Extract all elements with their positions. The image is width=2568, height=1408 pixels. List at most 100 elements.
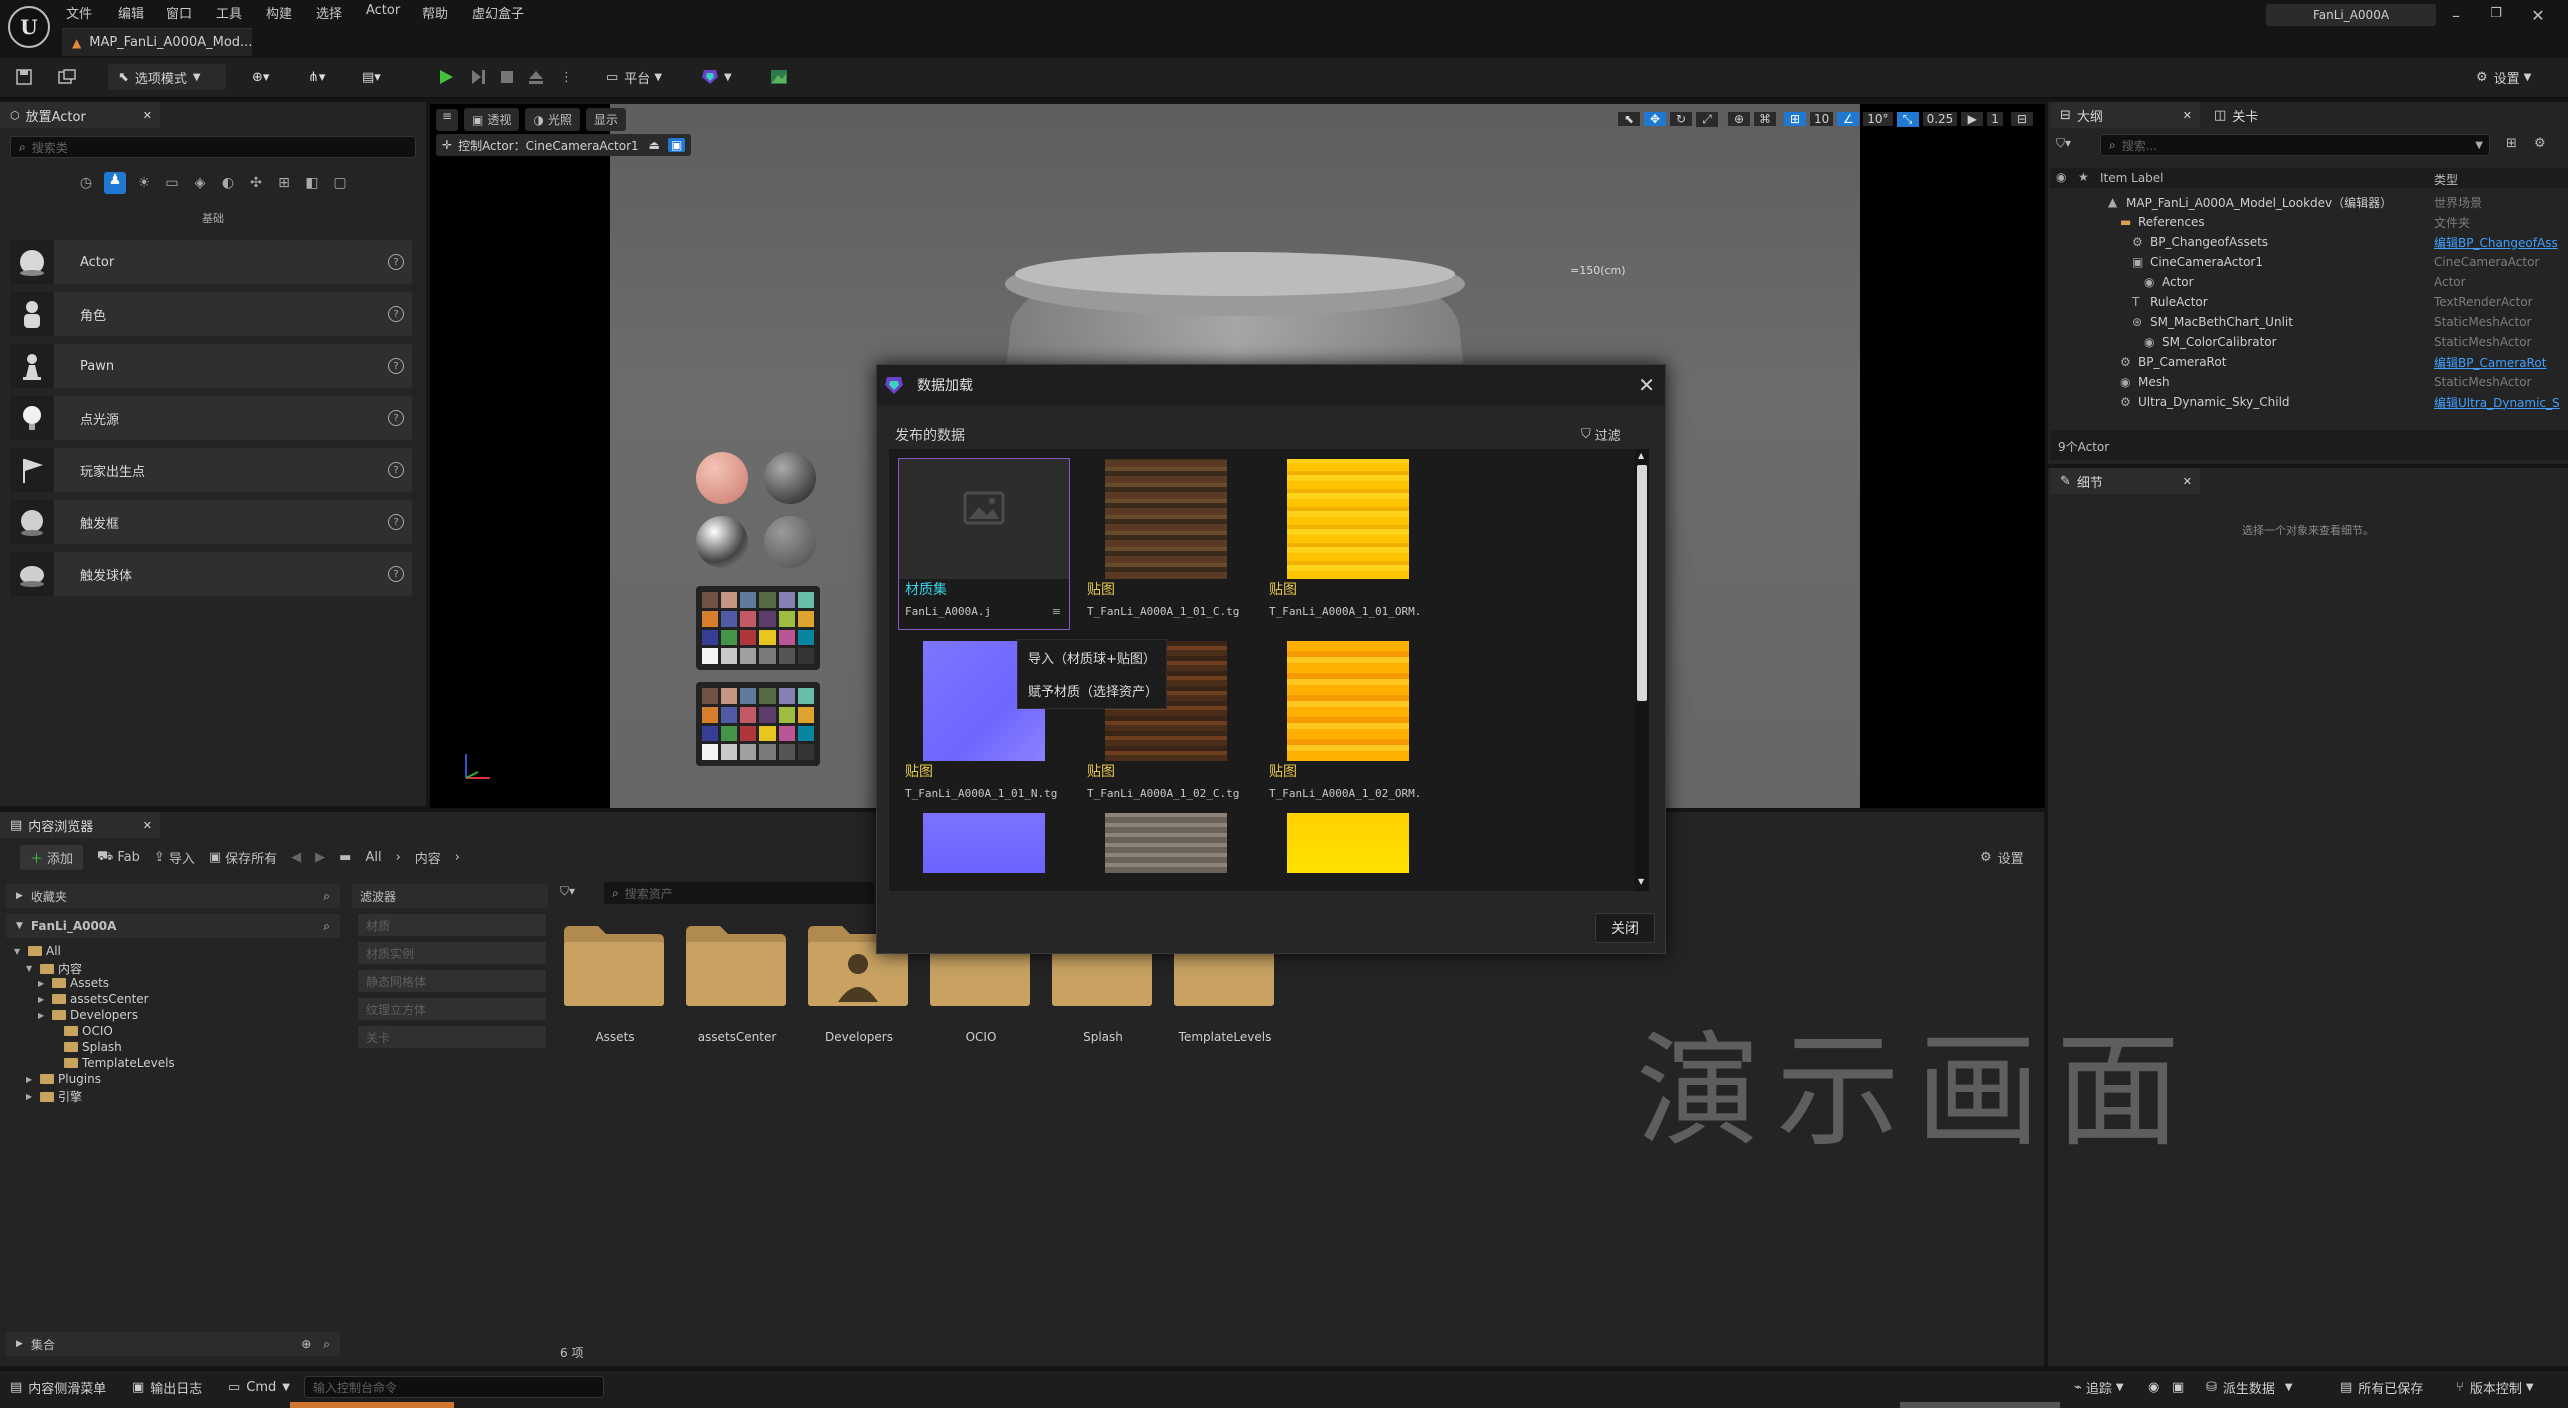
card-partial[interactable] [899, 813, 1069, 891]
chevron-right-icon[interactable]: ▶ [26, 1092, 36, 1101]
help-icon[interactable]: ? [388, 462, 404, 478]
stop-icon[interactable] [500, 64, 514, 90]
actor-item-character[interactable]: 角色 ? [10, 292, 412, 336]
select-tool-icon[interactable]: ⬉ [1618, 112, 1640, 126]
outliner-row[interactable]: ◉ SM_ColorCalibrator StaticMeshActor [2050, 332, 2568, 352]
outliner-row[interactable]: ▬ References 文件夹 [2050, 212, 2568, 232]
edit-blueprint-link[interactable]: 编辑Ultra_Dynamic_S [2434, 394, 2560, 411]
menu-edit[interactable]: 编辑 [118, 3, 144, 22]
layout-icon[interactable]: ⊟ [2010, 112, 2033, 126]
help-icon[interactable]: ? [388, 410, 404, 426]
actor-item-point-light[interactable]: 点光源 ? [10, 396, 412, 440]
rotation-snap-value[interactable]: 10° [1863, 112, 1893, 126]
grid-snap-icon[interactable]: ⊞ [1784, 112, 1806, 126]
cinematic-category-icon[interactable]: ✣ [246, 175, 266, 191]
add-actor-icon[interactable]: ⊕▾ [252, 64, 269, 90]
chevron-down-icon[interactable]: ▼ [14, 947, 24, 956]
chevron-right-icon[interactable]: ▶ [38, 979, 48, 988]
edit-blueprint-link[interactable]: 编辑BP_CameraRot [2434, 354, 2546, 371]
favorite-star-icon[interactable]: ★ [2078, 170, 2089, 184]
card-menu-icon[interactable]: ≡ [1052, 605, 1061, 618]
place-actors-tab[interactable]: ⬡ 放置Actor ✕ [0, 102, 160, 128]
outliner-row[interactable]: ▣ CineCameraActor1 CineCameraActor [2050, 252, 2568, 272]
gear-icon[interactable]: ⚙ [2534, 136, 2546, 151]
import-button[interactable]: ⇪ 导入 [154, 848, 195, 867]
lit-button[interactable]: ◑ 光照 [525, 108, 580, 131]
actor-item-actor[interactable]: Actor ? [10, 240, 412, 284]
blueprint-icon[interactable]: ⋔▾ [308, 64, 325, 90]
outliner-row[interactable]: ◉ Actor Actor [2050, 272, 2568, 292]
filter-material[interactable]: 材质 [358, 914, 546, 936]
add-collection-icon[interactable]: ⊕ [301, 1337, 311, 1351]
filter-material-instance[interactable]: 材质实例 [358, 942, 546, 964]
outliner-row[interactable]: ▲ MAP_FanLi_A000A_Model_Lookdev（编辑器） 世界场景 [2050, 192, 2568, 212]
menu-build[interactable]: 构建 [266, 3, 292, 22]
play-options-icon[interactable]: ⋮ [560, 64, 573, 90]
outliner-row[interactable]: ◉ Mesh StaticMeshActor [2050, 372, 2568, 392]
material-set-card[interactable]: 材质集 FanLi_A000A.j ≡ [898, 458, 1070, 630]
tree-item[interactable]: ▶ 引擎 [26, 1088, 82, 1105]
search-icon[interactable]: ⌕ [323, 919, 330, 934]
surface-snap-icon[interactable]: ⌘ [1754, 112, 1776, 126]
visual-effects-icon[interactable]: ◈ [190, 175, 210, 191]
shapes-category-icon[interactable]: ▭ [162, 175, 182, 191]
outliner-filter-icon[interactable]: ⛉▾ [2056, 136, 2071, 151]
help-icon[interactable]: ? [388, 514, 404, 530]
tree-item[interactable]: ▼ All [14, 944, 61, 958]
path-content[interactable]: 内容 [415, 848, 441, 867]
derived-data-button[interactable]: ⛁ 派生数据 ▼ [2206, 1376, 2293, 1398]
asset-filter-icon[interactable]: ⛉▾ [560, 884, 575, 899]
chevron-right-icon[interactable]: ▶ [38, 1011, 48, 1020]
content-icon[interactable] [58, 64, 76, 90]
play-icon[interactable] [438, 64, 454, 90]
texture-card[interactable]: 贴图 T_FanLi_A000A_1_01_ORM. [1263, 459, 1433, 629]
scroll-down-icon[interactable]: ▼ [1638, 877, 1644, 886]
filter-level[interactable]: 关卡 [358, 1026, 546, 1048]
collections-section[interactable]: ▶ 集合 ⊕ ⌕ [6, 1332, 340, 1356]
content-browser-tab[interactable]: ▤ 内容浏览器 ✕ [0, 812, 160, 838]
outliner-search[interactable]: ⌕ 搜索... ▼ [2100, 134, 2490, 156]
dialog-filter-button[interactable]: ⛉ 过滤 [1581, 425, 1621, 444]
geometry-icon[interactable]: ◧ [302, 175, 322, 191]
asset-search[interactable]: ⌕ 搜索资产 [604, 882, 874, 904]
menu-assign-material[interactable]: 赋予材质（选择资产） [1018, 667, 1166, 700]
asset-folder[interactable]: Assets [564, 924, 666, 1044]
tree-item[interactable]: ▶ Assets [38, 976, 109, 990]
close-tab-icon[interactable]: ✕ [2183, 109, 2192, 122]
all-classes-icon[interactable]: ⊞ [274, 175, 294, 191]
camera-lock-icon[interactable]: ▣ [668, 138, 686, 152]
add-folder-icon[interactable]: ⊞ [2506, 136, 2517, 151]
dialog-close-icon[interactable]: ✕ [1638, 373, 1655, 397]
actor-item-player-start[interactable]: 玩家出生点 ? [10, 448, 412, 492]
outliner-tab[interactable]: ⊟ 大纲 ✕ [2050, 102, 2200, 128]
step-icon[interactable] [470, 64, 486, 90]
chevron-down-icon[interactable]: ▼ [26, 964, 36, 973]
scale-tool-icon[interactable]: ⤢ [1696, 111, 1718, 127]
scale-snap-icon[interactable]: ⤡ [1896, 111, 1919, 127]
menu-virtual-box[interactable]: 虚幻盒子 [472, 3, 524, 22]
filter-texture-cube[interactable]: 纹理立方体 [358, 998, 546, 1020]
path-all[interactable]: All [365, 850, 381, 865]
console-input[interactable]: 输入控制台命令 [304, 1376, 604, 1398]
world-space-icon[interactable]: ⊕ [1728, 112, 1750, 126]
eject-icon[interactable] [528, 64, 544, 90]
cmd-dropdown[interactable]: ▭ Cmd ▼ [228, 1376, 290, 1398]
cinematics-icon[interactable]: ▤▾ [362, 64, 381, 90]
box-icon[interactable]: ▢ [330, 175, 350, 191]
content-settings-button[interactable]: ⚙ 设置 [1980, 848, 2024, 867]
chevron-right-icon[interactable]: ▶ [38, 995, 48, 1004]
restore-icon[interactable]: ❐ [2486, 6, 2506, 21]
camera-speed-value[interactable]: 1 [1987, 112, 2003, 126]
level-document-tab[interactable]: ▲ MAP_FanLi_A000A_Mod... [62, 28, 252, 56]
search-icon[interactable]: ⌕ [323, 889, 330, 904]
filter-static-mesh[interactable]: 静态网格体 [358, 970, 546, 992]
menu-window[interactable]: 窗口 [166, 3, 192, 22]
place-actors-search[interactable]: ⌕ 搜索类 [10, 136, 416, 158]
search-icon[interactable]: ⌕ [323, 1337, 330, 1352]
hamburger-icon[interactable]: ≡ [436, 108, 458, 131]
outliner-row[interactable]: ⚙ Ultra_Dynamic_Sky_Child 编辑Ultra_Dynamic_… [2050, 392, 2568, 412]
scroll-up-icon[interactable]: ▲ [1638, 451, 1644, 460]
tree-item[interactable]: OCIO [50, 1024, 113, 1038]
actor-item-trigger-sphere[interactable]: 触发球体 ? [10, 552, 412, 596]
details-tab[interactable]: ✎ 细节 ✕ [2050, 468, 2200, 494]
